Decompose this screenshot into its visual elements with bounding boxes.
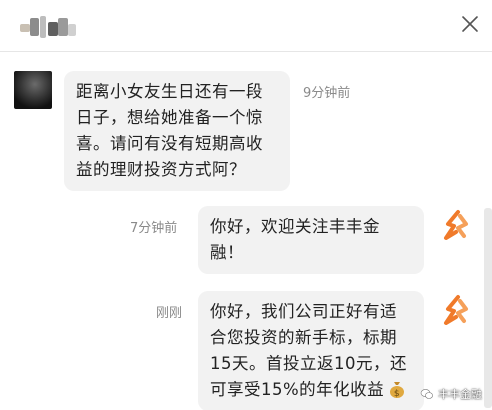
message-bubble-brand: 你好，欢迎关注丰丰金 融！ (198, 206, 424, 274)
chat-message-list[interactable]: 距离小女友生日还有一段 日子，想给她准备一个惊 喜。请问有没有短期高收 益的理财… (0, 53, 492, 410)
blurred-contact-name (20, 14, 82, 40)
chat-header (0, 0, 492, 52)
message-timestamp: 刚刚 (156, 306, 183, 321)
message-line: 距离小女友生日还有一段 (76, 82, 263, 101)
watermark: 丰丰金融 (420, 386, 482, 402)
close-icon[interactable] (458, 12, 482, 36)
brand-logo-avatar[interactable] (436, 291, 476, 331)
message-bubble-user: 距离小女友生日还有一段 日子，想给她准备一个惊 喜。请问有没有短期高收 益的理财… (64, 71, 290, 191)
message-line-text: 可享受15%的年化收益 (210, 380, 385, 399)
brand-logo-avatar[interactable] (436, 206, 476, 246)
svg-text:$: $ (394, 389, 400, 399)
scrollbar[interactable] (484, 208, 492, 408)
message-line: 15天。首投立返10元，还 (210, 354, 407, 373)
money-bag-icon: $ (387, 379, 407, 399)
message-timestamp: 9分钟前 (303, 86, 351, 101)
message-line: 合您投资的新手标，标期 (210, 328, 397, 347)
message-bubble-brand: 你好，我们公司正好有适 合您投资的新手标，标期 15天。首投立返10元，还 可享… (198, 291, 424, 410)
message-line: 喜。请问有没有短期高收 (76, 134, 263, 153)
message-line: 融！ (210, 243, 244, 262)
message-line: 你好，我们公司正好有适 (210, 302, 397, 321)
message-timestamp: 7分钟前 (130, 221, 178, 236)
message-line: 可享受15%的年化收益 $ (210, 377, 412, 403)
watermark-text: 丰丰金融 (438, 388, 482, 401)
message-line: 益的理财投资方式阿？ (76, 160, 246, 179)
user-avatar[interactable] (14, 71, 52, 109)
wechat-icon (420, 387, 434, 401)
message-line: 你好，欢迎关注丰丰金 (210, 217, 380, 236)
message-line: 日子，想给她准备一个惊 (76, 108, 263, 127)
